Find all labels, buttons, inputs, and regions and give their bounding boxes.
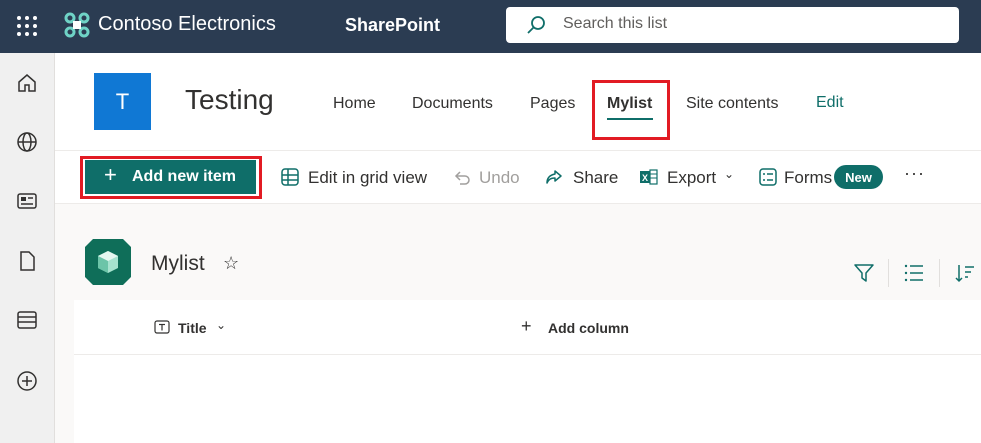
sort-icon[interactable] <box>954 262 976 284</box>
text-column-icon <box>154 320 170 334</box>
nav-pages[interactable]: Pages <box>530 95 575 113</box>
list-icon[interactable] <box>15 308 39 332</box>
share-icon <box>546 170 562 184</box>
site-title[interactable]: Testing <box>185 84 274 116</box>
nav-home[interactable]: Home <box>333 95 376 113</box>
search-icon <box>527 16 545 34</box>
add-icon[interactable] <box>15 369 39 393</box>
contoso-logo-icon[interactable] <box>64 12 90 38</box>
list-title[interactable]: Mylist <box>151 252 205 276</box>
edit-grid-view-button[interactable]: Edit in grid view <box>308 168 427 188</box>
undo-button[interactable]: Undo <box>479 168 520 188</box>
svg-text:X: X <box>642 173 648 183</box>
forms-icon <box>759 168 777 186</box>
divider <box>55 150 981 151</box>
news-icon[interactable] <box>15 189 39 213</box>
site-logo[interactable]: T <box>94 73 151 130</box>
more-options-button[interactable]: ··· <box>904 163 925 184</box>
search-input[interactable]: Search this list <box>563 15 667 33</box>
plus-icon: + <box>521 316 532 336</box>
divider <box>74 354 981 355</box>
nav-site-contents[interactable]: Site contents <box>686 95 779 113</box>
share-button[interactable]: Share <box>573 168 618 188</box>
home-icon[interactable] <box>15 71 39 95</box>
nav-documents[interactable]: Documents <box>412 95 493 113</box>
highlight-box-mylist <box>592 80 670 140</box>
app-launcher-icon[interactable] <box>14 13 40 39</box>
column-header-title[interactable]: Title <box>178 320 207 336</box>
export-button[interactable]: Export <box>667 168 716 188</box>
forms-button[interactable]: Forms <box>784 168 832 188</box>
org-name[interactable]: Contoso Electronics <box>98 13 276 36</box>
chevron-down-icon[interactable]: ⌄ <box>216 318 226 332</box>
file-icon[interactable] <box>15 249 39 273</box>
new-badge: New <box>834 165 883 189</box>
add-column-button[interactable]: Add column <box>548 320 629 336</box>
view-options-icon[interactable] <box>903 262 925 284</box>
highlight-box-add-new-item <box>80 156 262 199</box>
chevron-down-icon[interactable]: ⌄ <box>724 167 734 181</box>
undo-icon <box>454 171 470 185</box>
grid-view-icon <box>281 168 299 186</box>
favorite-star-icon[interactable]: ☆ <box>223 253 239 274</box>
app-name[interactable]: SharePoint <box>345 15 440 36</box>
excel-icon: X <box>640 169 658 185</box>
filter-icon[interactable] <box>853 262 875 284</box>
nav-edit-link[interactable]: Edit <box>816 94 844 112</box>
divider <box>939 259 940 287</box>
divider <box>888 259 889 287</box>
list-app-icon <box>85 239 131 285</box>
globe-icon[interactable] <box>15 130 39 154</box>
